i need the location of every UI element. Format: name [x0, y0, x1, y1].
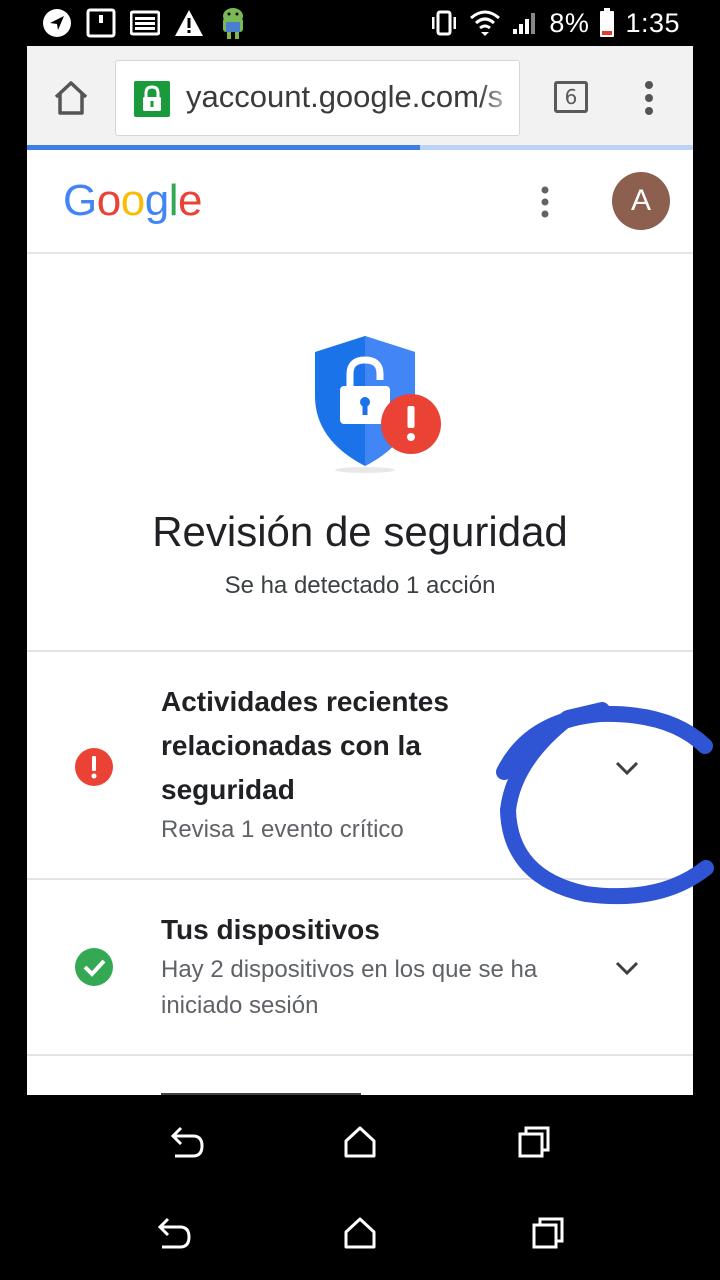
navigation-bar-secondary: [0, 1187, 720, 1280]
check-icon: [75, 948, 113, 986]
vibrate-icon: [429, 9, 459, 37]
browser-screen: yaccount.google.com/s 6 Google A Revisió…: [27, 46, 693, 1095]
page-subtitle: Se ha detectado 1 acción: [224, 572, 496, 599]
chevron-down-icon: [615, 761, 639, 776]
list-item-security-activity[interactable]: Actividades recientes relacionadas con l…: [27, 652, 693, 878]
home-button[interactable]: [51, 78, 91, 118]
recents-icon: [518, 1126, 550, 1158]
expand-button[interactable]: [614, 960, 640, 976]
recents-icon: [532, 1217, 564, 1249]
avatar[interactable]: A: [612, 172, 670, 230]
shield-lock-alert-icon: [307, 334, 447, 484]
expand-button[interactable]: [614, 760, 640, 776]
google-header: Google A: [27, 150, 693, 254]
status-bar-system: 8% 1:35: [429, 6, 680, 40]
list-item-title-partial: [161, 1086, 381, 1095]
url-fade: [479, 61, 519, 135]
home-icon: [54, 81, 88, 115]
battery-percent: 8%: [549, 7, 590, 38]
back-icon: [170, 1126, 204, 1158]
warning-icon: [174, 9, 204, 37]
home-nav-button[interactable]: [340, 1122, 380, 1162]
list-item-title: Tus dispositivos: [161, 914, 380, 945]
notification-icon: [86, 8, 116, 38]
status-bar: 8% 1:35: [0, 0, 720, 46]
list-item-title: Actividades recientes relacionadas con l…: [161, 686, 449, 805]
battery-icon: [599, 8, 615, 38]
image-icon: [130, 10, 160, 36]
list-item-description: Hay 2 dispositivos en los que se ha inic…: [161, 956, 538, 1019]
url-text: yaccount.google.com/s: [186, 79, 504, 114]
secure-lock-icon: [134, 81, 170, 117]
status-bar-notifications: [42, 6, 248, 40]
more-vert-icon: [541, 186, 549, 218]
back-icon: [157, 1217, 191, 1249]
clock: 1:35: [625, 7, 680, 38]
back-button[interactable]: [154, 1213, 194, 1253]
browser-toolbar: yaccount.google.com/s 6: [27, 46, 693, 150]
chevron-down-icon: [615, 961, 639, 976]
home-icon: [344, 1217, 376, 1249]
browser-menu-button[interactable]: [643, 80, 655, 116]
url-bar[interactable]: yaccount.google.com/s: [115, 60, 520, 136]
more-vert-icon: [645, 81, 653, 115]
wifi-icon: [469, 8, 501, 38]
divider: [27, 1054, 693, 1056]
account-menu-button[interactable]: [540, 186, 550, 218]
page-title: Revisión de seguridad: [152, 508, 568, 555]
recents-button[interactable]: [514, 1122, 554, 1162]
back-button[interactable]: [167, 1122, 207, 1162]
list-item-description: Revisa 1 evento crítico: [161, 816, 404, 843]
recents-button[interactable]: [528, 1213, 568, 1253]
google-logo[interactable]: Google: [63, 176, 202, 226]
home-nav-button[interactable]: [340, 1213, 380, 1253]
navigation-bar: [0, 1095, 720, 1187]
signal-icon: [511, 10, 539, 36]
home-icon: [344, 1126, 376, 1158]
android-icon: [218, 6, 248, 40]
list-item-devices[interactable]: Tus dispositivos Hay 2 dispositivos en l…: [27, 880, 693, 1054]
tab-switcher-button[interactable]: 6: [554, 81, 588, 113]
alert-icon: [75, 748, 113, 786]
navigation-icon: [42, 8, 72, 38]
